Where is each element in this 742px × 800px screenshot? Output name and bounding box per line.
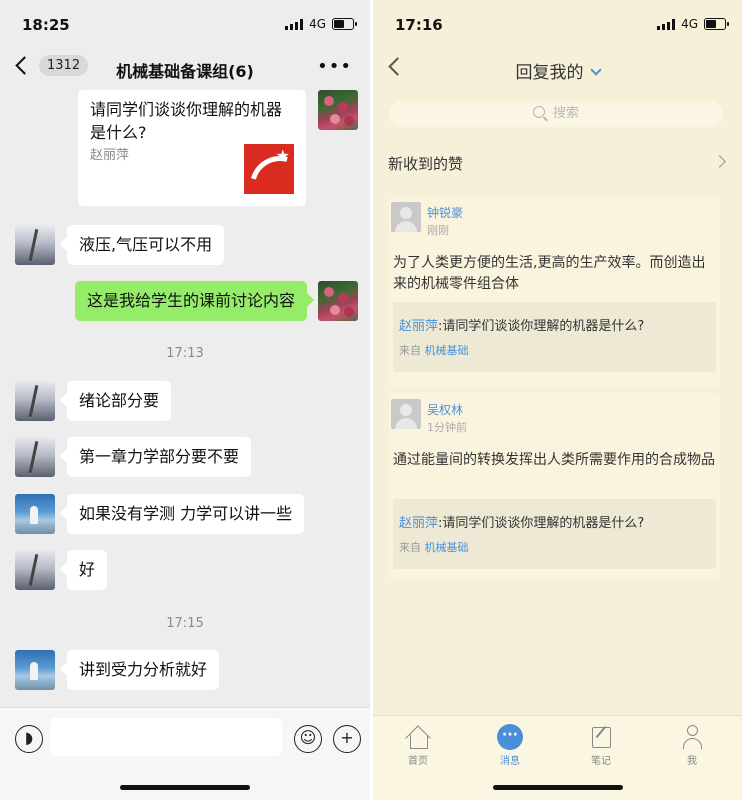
avatar[interactable] — [318, 281, 358, 321]
shared-card-title: 请同学们谈谈你理解的机器是什么? — [90, 100, 283, 142]
home-icon — [405, 724, 431, 750]
status-time: 18:25 — [22, 16, 70, 34]
status-bar: 17:16 4G — [373, 0, 742, 46]
xuexitong-logo-icon — [244, 144, 294, 194]
voice-icon[interactable]: ◗ — [15, 725, 43, 753]
quoted-post[interactable]: 赵丽萍:请同学们谈谈你理解的机器是什么? 来自 机械基础 — [393, 499, 716, 569]
reply-time: 1分钟前 — [427, 421, 467, 434]
source-course-link[interactable]: 机械基础 — [425, 541, 469, 554]
reply-author[interactable]: 钟锐豪 — [427, 204, 463, 221]
chat-timestamp: 17:15 — [166, 616, 204, 631]
source-line: 来自 机械基础 — [399, 342, 469, 358]
quoted-post-author: 赵丽萍 — [399, 516, 439, 531]
chat-input-bar: ◗ ☺ + — [0, 707, 370, 800]
avatar[interactable] — [15, 225, 55, 265]
page-title: 回复我的 — [515, 63, 584, 83]
more-icon[interactable]: ••• — [317, 56, 352, 77]
network-label: 4G — [681, 17, 698, 31]
reply-content: 为了人类更方便的生活,更高的生产效率。而创造出来的机械零件组合体 — [393, 255, 706, 292]
signal-icon — [657, 18, 676, 30]
chat-message[interactable]: 第一章力学部分要不要 — [67, 437, 252, 477]
profile-icon — [679, 724, 705, 750]
status-indicators: 4G — [657, 17, 729, 31]
page-title-dropdown[interactable]: 回复我的 — [373, 58, 742, 83]
replies-screen: 17:16 4G 回复我的 搜索 新收到的赞 钟锐豪 刚刚 为了人类更方便的生活… — [373, 0, 742, 800]
home-indicator — [492, 785, 623, 790]
battery-icon — [704, 18, 729, 30]
search-icon — [532, 106, 545, 118]
network-label: 4G — [309, 17, 326, 31]
chat-message[interactable]: 这是我给学生的课前讨论内容 — [74, 281, 307, 321]
status-time: 17:16 — [395, 16, 443, 34]
new-likes-row[interactable]: 新收到的赞 — [373, 140, 742, 184]
search-placeholder: 搜索 — [552, 106, 579, 121]
avatar[interactable] — [15, 494, 55, 534]
home-indicator — [120, 785, 250, 790]
chevron-right-icon — [713, 155, 726, 168]
quoted-post-author: 赵丽萍 — [399, 319, 439, 334]
chat-message[interactable]: 如果没有学测 力学可以讲一些 — [67, 494, 305, 534]
avatar[interactable] — [15, 381, 55, 421]
status-indicators: 4G — [285, 17, 357, 31]
chevron-down-icon — [589, 64, 602, 76]
status-bar: 18:25 4G — [0, 0, 370, 46]
chat-timestamp: 17:13 — [166, 346, 204, 361]
tab-me[interactable]: 我 — [662, 724, 722, 767]
avatar[interactable] — [15, 550, 55, 590]
reply-content: 通过能量间的转换发挥出人类所需要作用的合成物品 — [393, 452, 715, 468]
chat-message[interactable]: 液压,气压可以不用 — [67, 225, 225, 265]
battery-icon — [332, 18, 357, 30]
source-label: 来自 — [399, 344, 421, 357]
shared-link-card[interactable]: 请同学们谈谈你理解的机器是什么? 赵丽萍 — [78, 90, 306, 206]
reply-author[interactable]: 吴权林 — [427, 401, 463, 418]
reply-card[interactable]: 钟锐豪 刚刚 为了人类更方便的生活,更高的生产效率。而创造出来的机械零件组合体 … — [389, 196, 720, 386]
signal-icon — [285, 18, 304, 30]
avatar[interactable] — [15, 650, 55, 690]
tab-home[interactable]: 首页 — [388, 724, 448, 767]
tab-label: 消息 — [500, 756, 520, 767]
new-likes-label: 新收到的赞 — [388, 155, 464, 173]
quoted-post-text: 请同学们谈谈你理解的机器是什么? — [442, 319, 645, 334]
tab-label: 首页 — [408, 756, 428, 767]
reply-time: 刚刚 — [427, 224, 449, 237]
source-label: 来自 — [399, 541, 421, 554]
replies-header: 回复我的 — [373, 46, 742, 90]
plus-icon[interactable]: + — [333, 725, 361, 753]
reply-card[interactable]: 吴权林 1分钟前 通过能量间的转换发挥出人类所需要作用的合成物品 赵丽萍:请同学… — [389, 393, 720, 580]
chat-message[interactable]: 好 — [67, 550, 108, 590]
message-icon — [497, 724, 523, 750]
chat-message[interactable]: 绪论部分要 — [67, 381, 172, 421]
source-course-link[interactable]: 机械基础 — [425, 344, 469, 357]
quoted-post-text: 请同学们谈谈你理解的机器是什么? — [442, 516, 645, 531]
tab-messages[interactable]: 消息 — [480, 724, 540, 767]
avatar[interactable] — [391, 399, 421, 429]
shared-card-author: 赵丽萍 — [90, 148, 130, 163]
chat-title: 机械基础备课组(6) — [116, 62, 254, 81]
chat-message[interactable]: 讲到受力分析就好 — [67, 650, 220, 690]
tab-label: 笔记 — [591, 756, 611, 767]
avatar[interactable] — [391, 202, 421, 232]
quoted-post-line: 赵丽萍:请同学们谈谈你理解的机器是什么? — [399, 315, 644, 334]
emoji-icon[interactable]: ☺ — [294, 725, 322, 753]
tab-notes[interactable]: 笔记 — [571, 724, 631, 767]
quoted-post-line: 赵丽萍:请同学们谈谈你理解的机器是什么? — [399, 512, 644, 531]
bottom-tab-bar: 首页 消息 笔记 我 — [373, 715, 742, 800]
search-input[interactable]: 搜索 — [389, 101, 723, 127]
quoted-post[interactable]: 赵丽萍:请同学们谈谈你理解的机器是什么? 来自 机械基础 — [393, 302, 716, 372]
chat-screen: 18:25 4G 1312 机械基础备课组(6) ••• 请同学们谈谈你理解的机… — [0, 0, 370, 800]
chat-header: 1312 机械基础备课组(6) ••• — [0, 46, 370, 90]
message-input[interactable] — [50, 718, 282, 756]
avatar[interactable] — [318, 90, 358, 130]
source-line: 来自 机械基础 — [399, 539, 469, 555]
tab-label: 我 — [687, 756, 697, 767]
note-icon — [588, 724, 614, 750]
avatar[interactable] — [15, 437, 55, 477]
